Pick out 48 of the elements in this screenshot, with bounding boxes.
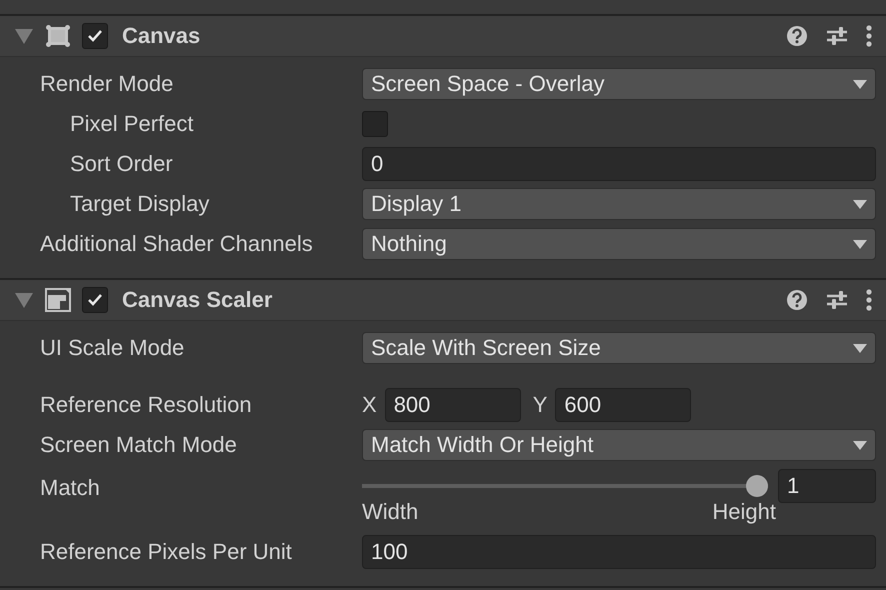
component-title: Canvas Scaler: [122, 287, 274, 313]
slider-min-label: Width: [362, 499, 418, 525]
help-icon[interactable]: [786, 289, 808, 311]
settings-sliders-icon[interactable]: [826, 25, 848, 47]
checkbox[interactable]: [82, 287, 108, 313]
dropdown-arrow-icon: [853, 344, 867, 352]
dropdown-arrow-icon: [853, 80, 867, 88]
checkmark-icon: [87, 293, 103, 307]
input-field[interactable]: 1: [778, 469, 876, 503]
property-label: Reference Pixels Per Unit: [39, 539, 293, 565]
more-menu-icon[interactable]: [866, 25, 872, 47]
axis-label: Y: [532, 392, 548, 418]
scale-icon: [45, 287, 71, 313]
property-label: Sort Order: [69, 151, 174, 177]
checkbox[interactable]: [82, 23, 108, 49]
property-label: Match: [39, 474, 101, 501]
dropdown[interactable]: Screen Space - Overlay: [362, 68, 876, 100]
property-label: Additional Shader Channels: [39, 231, 314, 257]
expanded-triangle-icon[interactable]: [15, 292, 33, 308]
dropdown-arrow-icon: [853, 240, 867, 248]
property-label: Render Mode: [39, 71, 174, 97]
help-icon[interactable]: [786, 25, 808, 47]
checkbox[interactable]: [362, 111, 388, 137]
property-label: Pixel Perfect: [69, 111, 194, 137]
input-field[interactable]: 600: [555, 388, 692, 422]
dropdown[interactable]: Display 1: [362, 188, 876, 220]
input-field[interactable]: 100: [362, 535, 876, 569]
dropdown-arrow-icon: [853, 200, 867, 208]
slider-thumb[interactable]: [746, 475, 768, 497]
component-header[interactable]: Canvas Scaler: [0, 280, 886, 321]
component-title: Canvas: [122, 23, 202, 49]
more-menu-icon[interactable]: [866, 289, 872, 311]
expanded-triangle-icon[interactable]: [15, 28, 33, 44]
dropdown-arrow-icon: [853, 440, 867, 450]
input-field[interactable]: 0: [362, 147, 876, 181]
property-label: Target Display: [69, 191, 210, 217]
dropdown[interactable]: Scale With Screen Size: [362, 332, 876, 364]
property-label: Reference Resolution: [39, 392, 253, 418]
dropdown[interactable]: Nothing: [362, 228, 876, 260]
settings-sliders-icon[interactable]: [826, 289, 848, 311]
axis-label: X: [362, 392, 377, 418]
component-header[interactable]: Canvas: [0, 16, 886, 57]
property-label: UI Scale Mode: [39, 335, 186, 361]
slider-max-label: Height: [712, 499, 776, 525]
dropdown[interactable]: Match Width Or Height: [362, 429, 876, 461]
input-field[interactable]: 800: [384, 388, 521, 422]
property-label: Screen Match Mode: [39, 432, 238, 458]
checkmark-icon: [87, 29, 103, 43]
